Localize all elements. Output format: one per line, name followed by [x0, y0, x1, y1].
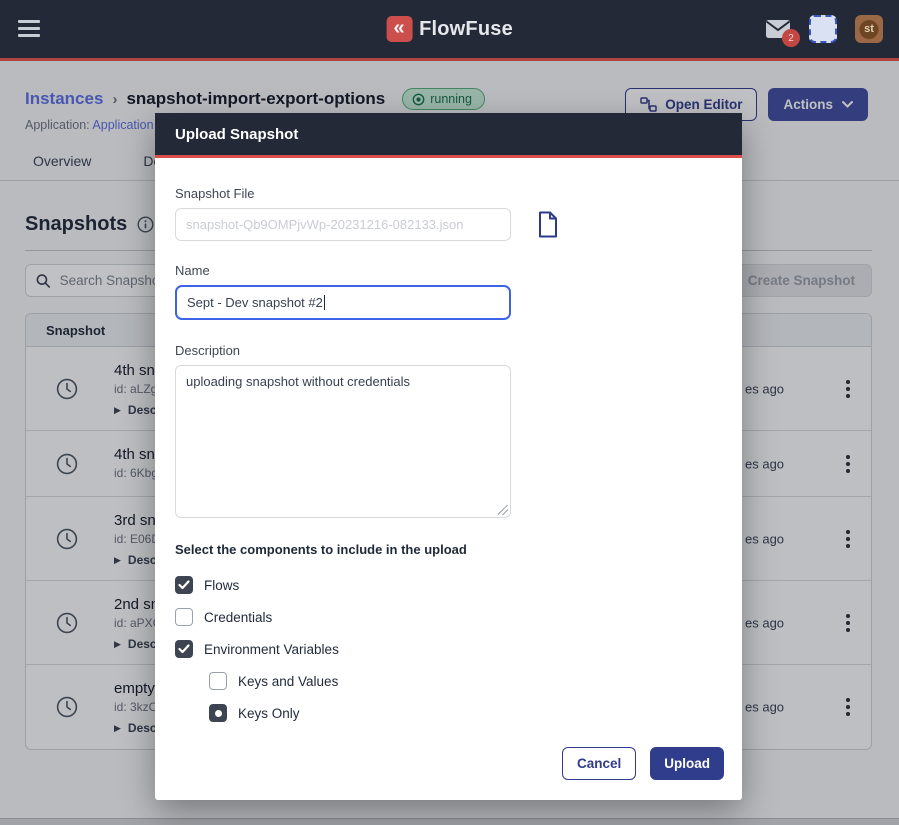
- notifications-button[interactable]: 2: [765, 19, 791, 39]
- description-label: Description: [175, 343, 722, 358]
- upload-button[interactable]: Upload: [650, 747, 724, 780]
- flowfuse-logo-icon: «: [386, 16, 412, 42]
- radio-icon[interactable]: [209, 672, 227, 690]
- component-option[interactable]: Flows: [175, 569, 722, 601]
- modal-title: Upload Snapshot: [175, 126, 298, 143]
- component-option[interactable]: Keys Only: [209, 697, 722, 729]
- user-avatar[interactable]: st: [855, 15, 883, 43]
- notifications-badge: 2: [782, 29, 800, 47]
- component-option-label: Environment Variables: [204, 642, 339, 657]
- component-option-label: Credentials: [204, 610, 272, 625]
- component-option-label: Flows: [204, 578, 239, 593]
- name-label: Name: [175, 263, 722, 278]
- upload-snapshot-modal: Upload Snapshot Snapshot File Name Sept …: [155, 113, 742, 800]
- snapshot-file-label: Snapshot File: [175, 186, 722, 201]
- top-navbar: « FlowFuse 2 st: [0, 0, 899, 61]
- component-option[interactable]: Environment Variables: [175, 633, 722, 665]
- team-avatar[interactable]: [809, 15, 837, 43]
- hamburger-menu-icon[interactable]: [18, 20, 40, 41]
- components-label: Select the components to include in the …: [175, 542, 722, 557]
- radio-icon[interactable]: [209, 704, 227, 722]
- cancel-button[interactable]: Cancel: [562, 747, 636, 780]
- component-option[interactable]: Credentials: [175, 601, 722, 633]
- file-icon[interactable]: [537, 211, 559, 238]
- component-option-label: Keys Only: [238, 706, 300, 721]
- name-input[interactable]: Sept - Dev snapshot #2: [175, 285, 511, 320]
- checkbox-icon[interactable]: [175, 640, 193, 658]
- text-caret: [324, 295, 325, 310]
- name-input-value: Sept - Dev snapshot #2: [187, 295, 323, 310]
- snapshot-file-input[interactable]: [175, 208, 511, 241]
- component-options: Flows Credentials Environment Variables …: [175, 569, 722, 729]
- component-option[interactable]: Keys and Values: [209, 665, 722, 697]
- brand-name: FlowFuse: [419, 18, 513, 41]
- checkbox-icon[interactable]: [175, 608, 193, 626]
- component-option-label: Keys and Values: [238, 674, 338, 689]
- checkbox-icon[interactable]: [175, 576, 193, 594]
- description-textarea[interactable]: uploading snapshot without credentials: [175, 365, 511, 518]
- brand-logo: « FlowFuse: [386, 16, 513, 42]
- modal-header: Upload Snapshot: [155, 113, 742, 158]
